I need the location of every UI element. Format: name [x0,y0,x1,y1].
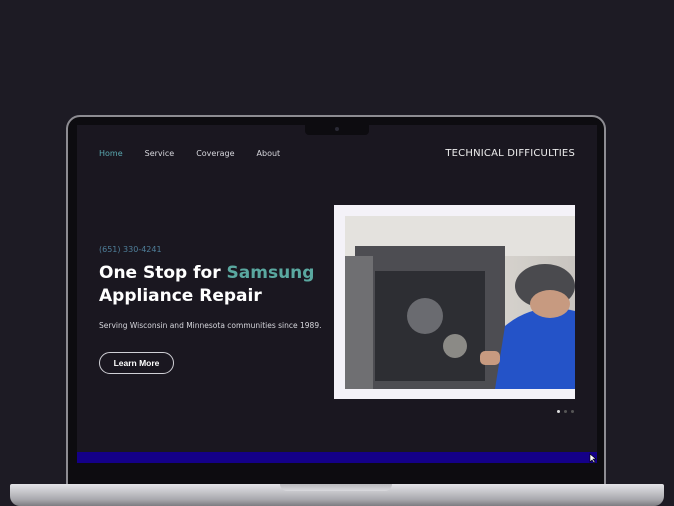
carousel-dot[interactable] [571,410,574,413]
carousel-dot[interactable] [557,410,560,413]
carousel-dot[interactable] [564,410,567,413]
website-screen: Home Service Coverage About TECHNICAL DI… [77,125,597,463]
camera-icon [335,127,339,131]
hero-subtitle: Serving Wisconsin and Minnesota communit… [99,321,322,330]
nav-home[interactable]: Home [99,149,123,158]
footer-bar [77,452,597,463]
phone-number[interactable]: (651) 330-4241 [99,245,162,254]
hero-image-frame [334,205,575,399]
learn-more-button[interactable]: Learn More [99,352,174,374]
hero-title: One Stop for Samsung Appliance Repair [99,262,314,308]
laptop-groove [280,484,392,491]
brand-logo[interactable]: TECHNICAL DIFFICULTIES [445,148,575,159]
nav-service[interactable]: Service [145,149,175,158]
nav-coverage[interactable]: Coverage [196,149,234,158]
repair-photo [345,216,575,389]
nav-about[interactable]: About [257,149,281,158]
title-part: One Stop for [99,263,227,283]
title-accent: Samsung [226,263,315,283]
cursor-icon [589,453,597,463]
main-nav: Home Service Coverage About [99,149,280,158]
technician-repair-image [345,216,575,389]
carousel-dots [557,410,574,413]
title-part: Appliance Repair [99,286,262,306]
